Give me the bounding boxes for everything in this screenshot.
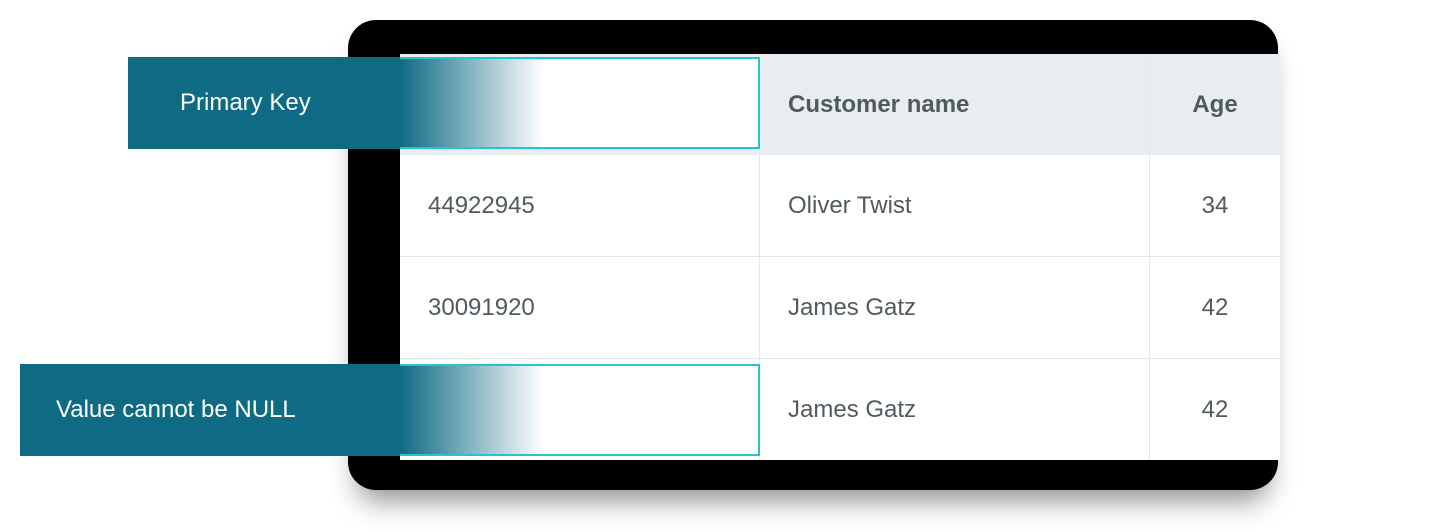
table-row: 30091920 James Gatz 42	[400, 257, 1280, 359]
callout-null-warning: Value cannot be NULL	[20, 364, 760, 456]
callout-primary-key: Primary Key	[128, 57, 760, 149]
cell-customer-name: Oliver Twist	[760, 155, 1150, 256]
callout-label: Value cannot be NULL	[56, 396, 296, 424]
diagram-stage: Customer ID Customer name Age 44922945 O…	[0, 0, 1440, 532]
highlight-box	[400, 57, 760, 149]
cell-customer-id: 30091920	[400, 257, 760, 358]
cell-age: 42	[1150, 257, 1280, 358]
cell-age: 42	[1150, 359, 1280, 460]
cell-customer-id: 44922945	[400, 155, 760, 256]
cell-customer-name: James Gatz	[760, 359, 1150, 460]
highlight-box	[400, 364, 760, 456]
header-customer-name: Customer name	[760, 54, 1150, 155]
cell-customer-name: James Gatz	[760, 257, 1150, 358]
header-age: Age	[1150, 54, 1280, 155]
callout-label: Primary Key	[180, 89, 311, 117]
cell-age: 34	[1150, 155, 1280, 256]
table-row: 44922945 Oliver Twist 34	[400, 155, 1280, 257]
